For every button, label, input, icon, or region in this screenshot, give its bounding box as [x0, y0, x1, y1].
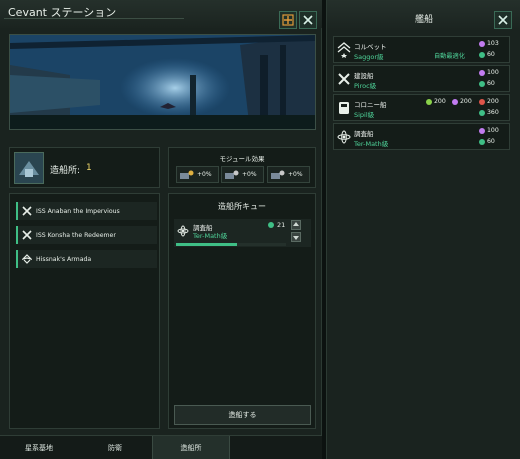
alloy-cost: 200	[452, 98, 472, 105]
tab-shipyard[interactable]: 造船所	[152, 436, 230, 459]
colony-icon	[336, 98, 352, 118]
move-to-top-button[interactable]	[291, 220, 301, 230]
energy-upkeep: 60	[479, 51, 495, 58]
shipyard-count-value: 1	[86, 163, 92, 173]
ship-name: コルベット	[354, 43, 387, 51]
ship-module-icon	[180, 170, 194, 179]
starbase-panel: Cevant ステーション 造船所: 1 モジュール効果 +0% +0% +0%…	[0, 0, 322, 459]
close-button[interactable]	[494, 11, 512, 29]
construction-icon	[336, 69, 352, 89]
module-slot-1[interactable]: +0%	[176, 166, 219, 183]
docked-ships-list: ISS Anaban the Impervious ISS Konsha the…	[9, 193, 160, 429]
bottom-tab-bar: 星系基地 防衛 造船所	[0, 435, 322, 459]
armada-icon	[22, 254, 32, 264]
alloy-icon	[452, 98, 458, 105]
food-icon	[426, 98, 432, 105]
module-effects-box: モジュール効果 +0% +0% +0%	[168, 147, 316, 188]
food-cost: 200	[426, 98, 446, 105]
queue-item[interactable]: 調査船 Ter-Math級 21	[174, 219, 311, 247]
move-to-bottom-button[interactable]	[291, 232, 301, 242]
ships-build-panel: 艦船 コルベット Saggor級 自動最適化 103 60 建設船 Piroc級…	[326, 0, 520, 459]
wrench-cross-icon	[22, 230, 32, 240]
shipyard-thumbnail	[14, 152, 44, 184]
ship-class: Sipil級	[354, 111, 375, 119]
shipyard-count-label: 造船所:	[50, 166, 81, 176]
time-icon	[268, 222, 274, 228]
ship-class: Saggor級	[354, 53, 384, 61]
panel-title: 艦船	[414, 15, 433, 25]
alloy-icon	[479, 69, 485, 76]
queue-progress-track	[176, 243, 286, 246]
module-slot-value: +0%	[242, 171, 257, 178]
close-icon	[498, 15, 508, 25]
starbase-hangar-illustration	[10, 35, 315, 129]
shipyard-queue-box: 造船所キュー 調査船 Ter-Math級 21 造船する	[168, 193, 316, 429]
build-ship-button[interactable]: 造船する	[174, 405, 311, 425]
science-ship-icon	[177, 225, 189, 237]
alloy-cost: 100	[479, 127, 499, 134]
shipyard-count-box: 造船所: 1	[9, 147, 160, 188]
energy-icon	[479, 51, 485, 58]
alloy-icon	[479, 40, 485, 47]
ship-option-science[interactable]: 調査船 Ter-Math級 100 60	[333, 123, 510, 150]
panel-header: 艦船	[327, 0, 520, 30]
alloy-icon	[479, 127, 485, 134]
close-button[interactable]	[299, 11, 317, 29]
corvette-icon	[336, 40, 352, 60]
arrow-down-icon	[293, 236, 299, 240]
alloy-cost: 100	[479, 69, 499, 76]
energy-icon	[479, 138, 485, 145]
list-item[interactable]: Hissnak's Armada	[16, 250, 157, 268]
title-divider	[4, 18, 184, 19]
list-item[interactable]: ISS Anaban the Impervious	[16, 202, 157, 220]
ship-name: コロニー船	[354, 101, 387, 109]
wrench-cross-icon	[22, 206, 32, 216]
ship-option-colony[interactable]: コロニー船 Sipil級 200 200 200 360	[333, 94, 510, 121]
energy-upkeep: 60	[479, 80, 495, 87]
module-slot-3[interactable]: +0%	[267, 166, 310, 183]
module-effects-title: モジュール効果	[219, 155, 265, 163]
auto-optimize-label: 自動最適化	[434, 53, 465, 60]
arrow-up-icon	[293, 222, 299, 226]
consumer-goods-cost: 200	[479, 98, 499, 105]
ship-module-icon	[225, 170, 239, 179]
tab-starbase[interactable]: 星系基地	[0, 436, 78, 459]
ship-option-construction[interactable]: 建設船 Piroc級 100 60	[333, 65, 510, 92]
science-icon	[336, 127, 352, 147]
ship-name: 調査船	[354, 130, 374, 138]
list-item-label: Hissnak's Armada	[36, 255, 92, 263]
tab-defense[interactable]: 防衛	[78, 436, 152, 459]
alloy-cost: 103	[479, 40, 499, 47]
queue-title: 造船所キュー	[218, 202, 266, 211]
close-icon	[303, 15, 313, 25]
shipyard-icon	[15, 153, 43, 183]
ship-option-corvette[interactable]: コルベット Saggor級 自動最適化 103 60	[333, 36, 510, 63]
module-slot-2[interactable]: +0%	[221, 166, 264, 183]
ship-name: 建設船	[354, 72, 374, 80]
energy-upkeep: 60	[479, 138, 495, 145]
module-slot-value: +0%	[197, 171, 212, 178]
list-item[interactable]: ISS Konsha the Redeemer	[16, 226, 157, 244]
upgrade-icon-button[interactable]	[279, 11, 297, 29]
energy-icon	[479, 109, 485, 116]
energy-icon	[479, 80, 485, 87]
ship-class: Piroc級	[354, 82, 377, 90]
energy-upkeep: 360	[479, 109, 499, 116]
queue-progress-fill	[176, 243, 237, 246]
module-slot-value: +0%	[288, 171, 303, 178]
queue-item-days: 21	[277, 221, 286, 229]
queue-item-class: Ter-Math級	[193, 232, 228, 240]
starbase-banner-image	[9, 34, 316, 130]
title-bar: Cevant ステーション	[0, 0, 322, 29]
upgrade-icon	[282, 14, 294, 26]
list-item-label: ISS Anaban the Impervious	[36, 207, 120, 215]
list-item-label: ISS Konsha the Redeemer	[36, 231, 116, 239]
ship-module-icon	[271, 170, 285, 179]
consumer-goods-icon	[479, 98, 485, 105]
ship-class: Ter-Math級	[354, 140, 389, 148]
